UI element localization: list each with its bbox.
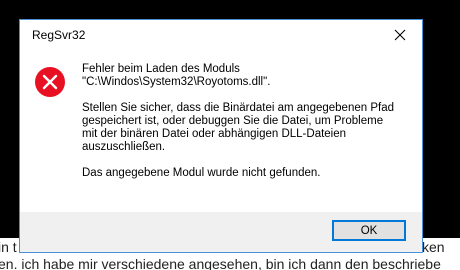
close-icon xyxy=(394,29,406,41)
message-line: Fehler beim Laden des Moduls xyxy=(82,63,240,75)
message-line: gespeichert ist, oder debuggen Sie die D… xyxy=(82,115,384,127)
message-paragraph-3: Das angegebene Modul wurde nicht gefunde… xyxy=(82,167,412,180)
background-text-line-2: en. ich habe mir verschiedene angesehen,… xyxy=(0,256,441,270)
message-line: mit der binären Datei oder abhängigen DL… xyxy=(82,128,347,140)
message-paragraph-1: Fehler beim Laden des Moduls "C:\Windos\… xyxy=(82,63,412,89)
message-paragraph-2: Stellen Sie sicher, dass die Binärdatei … xyxy=(82,102,412,154)
message-line: Stellen Sie sicher, dass die Binärdatei … xyxy=(82,102,394,114)
background-text-line-1-start: in t xyxy=(0,239,17,255)
dialog-footer: OK xyxy=(20,212,422,252)
error-message: Fehler beim Laden des Moduls "C:\Windos\… xyxy=(82,63,412,193)
close-button[interactable] xyxy=(378,20,422,50)
ok-button[interactable]: OK xyxy=(332,220,406,241)
dialog-title: RegSvr32 xyxy=(32,28,86,42)
message-line: auszuschließen. xyxy=(82,141,166,153)
message-line: Das angegebene Modul wurde nicht gefunde… xyxy=(82,167,321,179)
dialog-titlebar[interactable]: RegSvr32 xyxy=(20,20,422,52)
background-text-line-1-end: ken xyxy=(422,239,445,255)
error-icon xyxy=(35,67,65,97)
message-line: "C:\Windos\System32\Royotoms.dll". xyxy=(82,76,271,88)
error-dialog: RegSvr32 Fehler beim Laden des Moduls "C… xyxy=(19,19,423,253)
